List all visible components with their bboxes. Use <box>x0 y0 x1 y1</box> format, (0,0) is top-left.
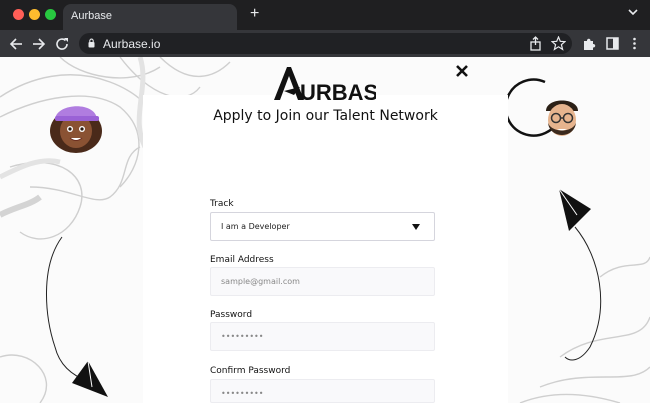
confirm-password-label: Confirm Password <box>210 366 291 376</box>
close-icon[interactable] <box>455 64 469 78</box>
email-field[interactable]: sample@gmail.com <box>210 267 435 296</box>
password-label: Password <box>210 310 253 320</box>
address-bar[interactable]: Aurbase.io <box>79 33 572 54</box>
avatar-woman-memoji <box>50 106 102 153</box>
dropdown-caret-icon <box>412 224 420 230</box>
page-title: Apply to Join our Talent Network <box>213 108 438 124</box>
tab-title: Aurbase <box>71 10 112 22</box>
maximize-window-button[interactable] <box>45 9 56 20</box>
track-label: Track <box>210 199 234 209</box>
reload-icon[interactable] <box>54 36 70 52</box>
url-text: Aurbase.io <box>103 37 161 51</box>
password-field[interactable]: ••••••••• <box>210 322 435 351</box>
aurbase-logo: URBASE <box>272 65 393 106</box>
browser-toolbar: Aurbase.io <box>0 30 650 57</box>
browser-tab[interactable]: Aurbase <box>63 4 237 30</box>
browser-tab-bar: Aurbase + <box>0 0 650 30</box>
bookmark-star-icon[interactable] <box>551 36 566 51</box>
email-placeholder: sample@gmail.com <box>221 277 300 286</box>
forward-arrow-icon[interactable] <box>31 36 47 52</box>
close-window-button[interactable] <box>13 9 24 20</box>
extensions-icon[interactable] <box>582 36 597 51</box>
logo-text: URBASE <box>300 80 376 101</box>
paper-plane-icon <box>558 188 591 231</box>
signup-modal <box>143 95 508 403</box>
back-arrow-icon[interactable] <box>8 36 24 52</box>
confirm-password-placeholder: ••••••••• <box>221 389 264 398</box>
new-tab-button[interactable]: + <box>250 6 259 22</box>
minimize-window-button[interactable] <box>29 9 40 20</box>
track-selected-value: I am a Developer <box>221 222 290 231</box>
confirm-password-field[interactable]: ••••••••• <box>210 379 435 403</box>
kebab-menu-icon[interactable] <box>627 36 642 51</box>
paper-plane-icon <box>72 360 108 397</box>
tab-menu-chevron-icon[interactable] <box>628 8 638 16</box>
lock-icon <box>88 38 95 48</box>
sidebar-icon[interactable] <box>605 36 620 51</box>
password-placeholder: ••••••••• <box>221 332 264 341</box>
share-icon[interactable] <box>528 36 543 51</box>
track-select[interactable]: I am a Developer <box>210 212 435 241</box>
email-label: Email Address <box>210 255 274 265</box>
avatar-man-memoji <box>546 100 578 136</box>
aurbase-logo-mark: URBASE <box>274 67 393 105</box>
